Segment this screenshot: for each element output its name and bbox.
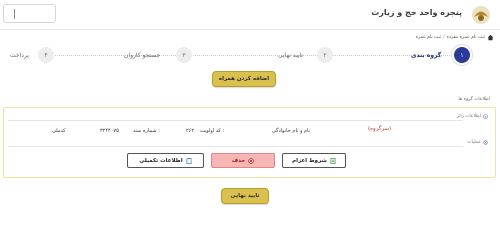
clipboard-icon [186, 157, 192, 164]
national-code-label: کدملی [52, 128, 66, 134]
step-1-circle[interactable]: ۱ [454, 47, 470, 63]
divider [8, 146, 463, 147]
final-confirm-button[interactable]: تایید نهایی [221, 188, 269, 204]
logo-icon [468, 4, 494, 26]
breadcrumb-separator: / [443, 34, 445, 40]
document-number-value: ۳۲۴۴۰۷۵ [100, 128, 119, 134]
step-2-label[interactable]: تایید نهایی [278, 52, 303, 59]
site-title: پنجره واحد حج و زیارت [371, 8, 462, 17]
step-4-circle[interactable]: ۴ [38, 47, 54, 63]
operations-label: عملیات [467, 140, 488, 145]
pilgrim-info-text: اطلاعات زائر [456, 114, 481, 119]
pilgrim-role: (سرگروه) [368, 126, 392, 132]
terms-button-label: شروط اعزام [292, 157, 327, 164]
operations-text: عملیات [467, 140, 481, 145]
priority-code-value: ۲۶۲ [186, 128, 195, 134]
step-3-label[interactable]: جستجو کاروان [124, 52, 160, 59]
breadcrumb: ثبت نام عمره / ثبت نام عمره مفرده [416, 32, 494, 42]
user-menu-box[interactable] [3, 4, 56, 23]
breadcrumb-item[interactable]: ثبت نام عمره مفرده [447, 35, 485, 40]
step-4-label[interactable]: پرداخت [10, 52, 29, 59]
priority-code-label: کد اولویت : [200, 128, 225, 134]
step-2-circle[interactable]: ۲ [317, 47, 333, 63]
step-1-label[interactable]: گروه بندی [411, 52, 441, 59]
pilgrim-info-label: اطلاعات زائر [457, 114, 488, 119]
more-info-button-label: اطلاعات تکمیلی [139, 157, 183, 164]
more-info-button[interactable]: اطلاعات تکمیلی [127, 153, 204, 168]
departure-terms-button[interactable]: شروط اعزام [282, 153, 346, 168]
delete-icon [248, 157, 254, 164]
gear-icon [483, 140, 488, 145]
document-number-label: شماره سند : [133, 128, 160, 134]
breadcrumb-item[interactable]: ثبت نام عمره [416, 35, 441, 40]
divider [8, 120, 463, 121]
document-icon [330, 157, 336, 164]
delete-button-label: حذف [231, 157, 246, 164]
home-icon[interactable] [487, 34, 494, 41]
step-3-circle[interactable]: ۳ [176, 47, 192, 63]
group-section-title: اطلاعات گروه ها [458, 97, 490, 102]
divider [14, 9, 15, 19]
info-icon [483, 114, 488, 119]
steps-connector [48, 55, 458, 56]
pilgrim-name-label: نام و نام خانوادگی [272, 128, 310, 134]
delete-button[interactable]: حذف [211, 153, 275, 168]
add-companion-button[interactable]: اضافه کردن همراه [212, 71, 276, 87]
